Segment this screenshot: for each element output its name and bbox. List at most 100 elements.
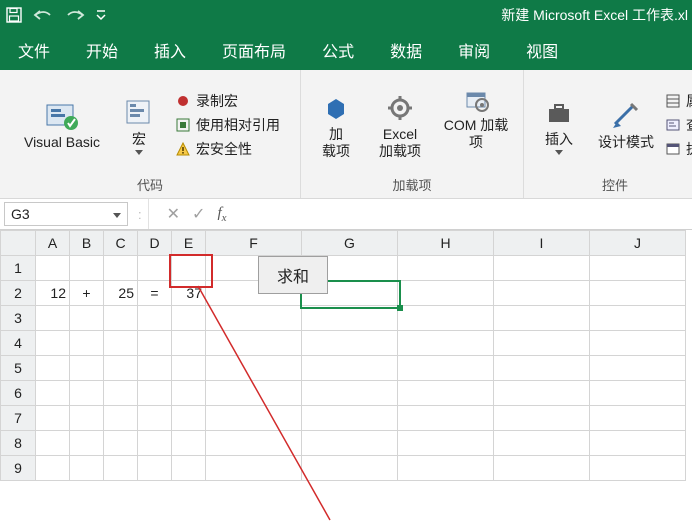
cell[interactable] <box>398 256 494 281</box>
cell[interactable] <box>70 456 104 481</box>
tab-review[interactable]: 审阅 <box>440 30 508 70</box>
cell[interactable] <box>206 331 302 356</box>
cell[interactable] <box>70 356 104 381</box>
cell[interactable] <box>494 431 590 456</box>
cell[interactable] <box>104 431 138 456</box>
cell[interactable] <box>590 356 686 381</box>
cell[interactable] <box>206 306 302 331</box>
cell[interactable] <box>104 406 138 431</box>
design-mode-button[interactable]: 设计模式 <box>594 96 658 153</box>
qat-customize-icon[interactable] <box>96 9 106 21</box>
cell[interactable] <box>138 406 172 431</box>
cell[interactable] <box>302 356 398 381</box>
macro-security-button[interactable]: 宏安全性 <box>174 138 280 160</box>
row-header[interactable]: 1 <box>1 256 36 281</box>
cell[interactable] <box>398 381 494 406</box>
cell[interactable] <box>494 256 590 281</box>
cell[interactable] <box>138 431 172 456</box>
cell[interactable] <box>104 381 138 406</box>
cell[interactable] <box>590 281 686 306</box>
cell[interactable] <box>104 306 138 331</box>
cell[interactable] <box>36 381 70 406</box>
tab-formulas[interactable]: 公式 <box>304 30 372 70</box>
cell[interactable] <box>302 306 398 331</box>
cell[interactable] <box>172 331 206 356</box>
col-header[interactable]: I <box>494 231 590 256</box>
cell[interactable] <box>172 431 206 456</box>
view-code-button[interactable]: 查 <box>664 114 692 136</box>
cell[interactable] <box>590 331 686 356</box>
select-all-corner[interactable] <box>1 231 36 256</box>
cell[interactable] <box>104 331 138 356</box>
undo-icon[interactable] <box>32 8 54 22</box>
row-header[interactable]: 8 <box>1 431 36 456</box>
cell[interactable] <box>494 406 590 431</box>
cell[interactable] <box>172 381 206 406</box>
cell[interactable] <box>172 256 206 281</box>
cell[interactable] <box>590 306 686 331</box>
cell-A2[interactable]: 12 <box>36 281 70 306</box>
col-header[interactable]: F <box>206 231 302 256</box>
fx-icon[interactable]: fx <box>217 205 226 224</box>
cell[interactable] <box>104 356 138 381</box>
cell[interactable] <box>36 456 70 481</box>
cell[interactable] <box>206 456 302 481</box>
cell[interactable] <box>36 356 70 381</box>
cell[interactable] <box>138 331 172 356</box>
row-header[interactable]: 9 <box>1 456 36 481</box>
row-header[interactable]: 5 <box>1 356 36 381</box>
save-icon[interactable] <box>6 7 22 23</box>
cell[interactable] <box>206 381 302 406</box>
row-header[interactable]: 7 <box>1 406 36 431</box>
cell[interactable] <box>138 256 172 281</box>
sum-button[interactable]: 求和 <box>258 256 328 294</box>
record-macro-button[interactable]: 录制宏 <box>174 90 280 112</box>
col-header[interactable]: B <box>70 231 104 256</box>
col-header[interactable]: D <box>138 231 172 256</box>
redo-icon[interactable] <box>64 8 86 22</box>
row-header[interactable]: 3 <box>1 306 36 331</box>
cell[interactable] <box>70 331 104 356</box>
cell[interactable] <box>138 306 172 331</box>
name-box[interactable]: G3 <box>4 202 128 226</box>
cell[interactable] <box>494 331 590 356</box>
cell[interactable] <box>36 306 70 331</box>
cell[interactable] <box>36 331 70 356</box>
cell[interactable] <box>398 406 494 431</box>
cell[interactable] <box>206 356 302 381</box>
run-dialog-button[interactable]: 执 <box>664 138 692 160</box>
cell-E2[interactable]: 37 <box>172 281 206 306</box>
cell-C2[interactable]: 25 <box>104 281 138 306</box>
cell[interactable] <box>172 456 206 481</box>
insert-control-button[interactable]: 插入 <box>530 93 588 157</box>
cell[interactable] <box>172 306 206 331</box>
properties-button[interactable]: 属 <box>664 90 692 112</box>
cell[interactable] <box>302 331 398 356</box>
col-header[interactable]: A <box>36 231 70 256</box>
cell[interactable] <box>590 431 686 456</box>
tab-page-layout[interactable]: 页面布局 <box>204 30 304 70</box>
cell-D2[interactable]: = <box>138 281 172 306</box>
cell[interactable] <box>138 381 172 406</box>
formula-input[interactable] <box>245 203 692 225</box>
tab-view[interactable]: 视图 <box>508 30 576 70</box>
enter-icon[interactable]: ✓ <box>192 204 205 224</box>
cell[interactable] <box>494 306 590 331</box>
cell[interactable] <box>302 456 398 481</box>
cell[interactable] <box>104 256 138 281</box>
cell[interactable] <box>302 431 398 456</box>
row-header[interactable]: 6 <box>1 381 36 406</box>
cell[interactable] <box>70 406 104 431</box>
cell[interactable] <box>206 431 302 456</box>
cell[interactable] <box>302 381 398 406</box>
cell[interactable] <box>398 281 494 306</box>
cell[interactable] <box>36 256 70 281</box>
addins-button[interactable]: 加 载项 <box>307 88 365 162</box>
com-addins-button[interactable]: COM 加载项 <box>435 79 517 170</box>
cell[interactable] <box>70 431 104 456</box>
cell[interactable] <box>70 306 104 331</box>
row-header[interactable]: 2 <box>1 281 36 306</box>
tab-insert[interactable]: 插入 <box>136 30 204 70</box>
excel-addins-button[interactable]: Excel 加载项 <box>371 88 429 162</box>
cell[interactable] <box>494 356 590 381</box>
